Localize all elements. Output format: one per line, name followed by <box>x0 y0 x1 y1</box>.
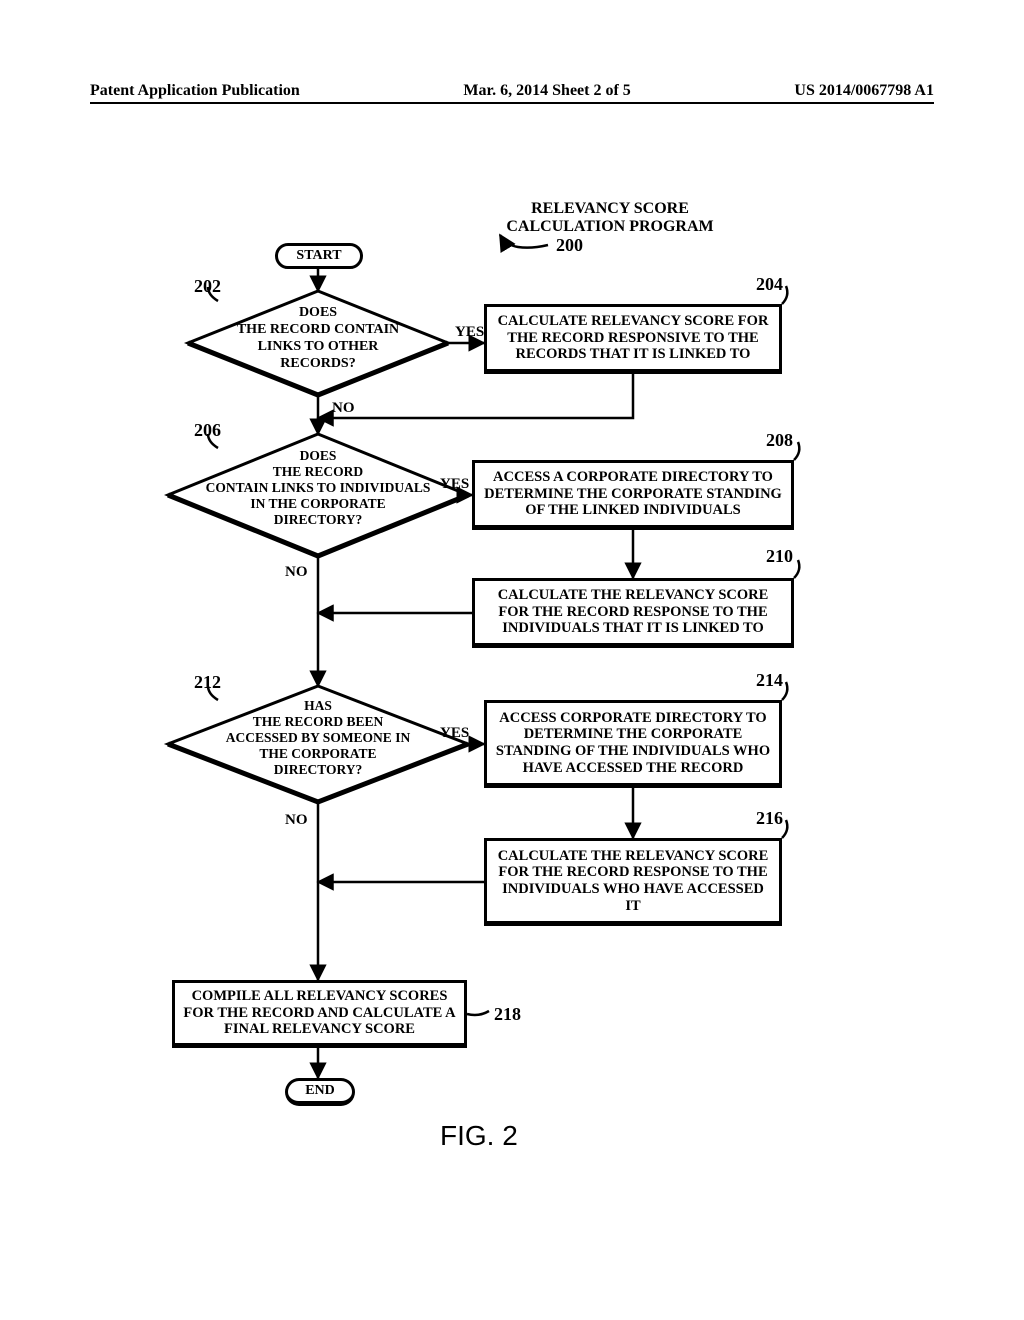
header: Patent Application Publication Mar. 6, 2… <box>90 82 934 104</box>
yes-212: YES <box>440 725 469 741</box>
no-206: NO <box>285 564 308 580</box>
process-box-218: COMPILE ALL RELEVANCY SCORES FOR THE REC… <box>172 980 467 1048</box>
title-line-1: RELEVANCY SCORE <box>531 200 689 217</box>
ref-214: 214 <box>756 670 783 690</box>
decision-206: DOES THE RECORD CONTAIN LINKS TO INDIVID… <box>168 434 468 556</box>
terminal-end: END <box>285 1078 355 1106</box>
process-box-210-text: CALCULATE THE RELEVANCY SCORE FOR THE RE… <box>483 587 783 637</box>
yes-206: YES <box>440 476 469 492</box>
no-212: NO <box>285 812 308 828</box>
ref-218: 218 <box>494 1004 521 1024</box>
terminal-start: START <box>275 243 363 269</box>
ref-216: 216 <box>756 808 783 828</box>
process-box-218-text: COMPILE ALL RELEVANCY SCORES FOR THE REC… <box>183 988 456 1038</box>
d206-l4: IN THE CORPORATE <box>250 496 385 511</box>
process-box-210: CALCULATE THE RELEVANCY SCORE FOR THE RE… <box>472 578 794 648</box>
d202-l1: DOES <box>299 305 337 320</box>
terminal-start-label: START <box>296 248 341 264</box>
process-box-214: ACCESS CORPORATE DIRECTORY TO DETERMINE … <box>484 700 782 788</box>
process-box-208: ACCESS A CORPORATE DIRECTORY TO DETERMIN… <box>472 460 794 530</box>
process-box-204-text: CALCULATE RELEVANCY SCORE FOR THE RECORD… <box>495 313 771 363</box>
d212-l2: THE RECORD BEEN <box>253 714 384 729</box>
d206-l2: THE RECORD <box>273 464 364 479</box>
process-box-214-text: ACCESS CORPORATE DIRECTORY TO DETERMINE … <box>495 710 771 777</box>
header-left: Patent Application Publication <box>90 82 300 100</box>
process-box-216-text: CALCULATE THE RELEVANCY SCORE FOR THE RE… <box>495 848 771 915</box>
decision-202: DOES THE RECORD CONTAIN LINKS TO OTHER R… <box>188 291 448 395</box>
d206-l5: DIRECTORY? <box>274 512 363 527</box>
d202-l3: LINKS TO OTHER <box>258 339 380 354</box>
title-line-2: CALCULATION PROGRAM <box>506 218 713 235</box>
page: Patent Application Publication Mar. 6, 2… <box>0 0 1024 1320</box>
ref-212: 212 <box>194 672 221 692</box>
process-box-208-text: ACCESS A CORPORATE DIRECTORY TO DETERMIN… <box>483 469 783 519</box>
d212-l1: HAS <box>304 698 332 713</box>
header-right: US 2014/0067798 A1 <box>794 82 934 100</box>
diagram-title: RELEVANCY SCORE CALCULATION PROGRAM <box>470 200 750 235</box>
ref-202: 202 <box>194 276 221 296</box>
header-center: Mar. 6, 2014 Sheet 2 of 5 <box>463 82 630 100</box>
d212-l5: DIRECTORY? <box>274 762 363 777</box>
no-202: NO <box>332 400 355 416</box>
d212-l3: ACCESSED BY SOMEONE IN <box>226 730 411 745</box>
d202-l4: RECORDS? <box>280 356 355 371</box>
d206-l1: DOES <box>300 448 337 463</box>
d212-l4: THE CORPORATE <box>259 746 376 761</box>
ref-204: 204 <box>756 274 783 294</box>
d202-l2: THE RECORD CONTAIN <box>237 322 399 337</box>
figure-label: FIG. 2 <box>440 1120 518 1152</box>
yes-202: YES <box>455 324 484 340</box>
ref-210: 210 <box>766 546 793 566</box>
process-box-216: CALCULATE THE RELEVANCY SCORE FOR THE RE… <box>484 838 782 926</box>
decision-212: HAS THE RECORD BEEN ACCESSED BY SOMEONE … <box>168 686 468 802</box>
ref-200: 200 <box>556 235 583 255</box>
terminal-end-label: END <box>305 1083 335 1099</box>
ref-208: 208 <box>766 430 793 450</box>
d206-l3: CONTAIN LINKS TO INDIVIDUALS <box>206 480 431 495</box>
ref-206: 206 <box>194 420 221 440</box>
process-box-204: CALCULATE RELEVANCY SCORE FOR THE RECORD… <box>484 304 782 374</box>
